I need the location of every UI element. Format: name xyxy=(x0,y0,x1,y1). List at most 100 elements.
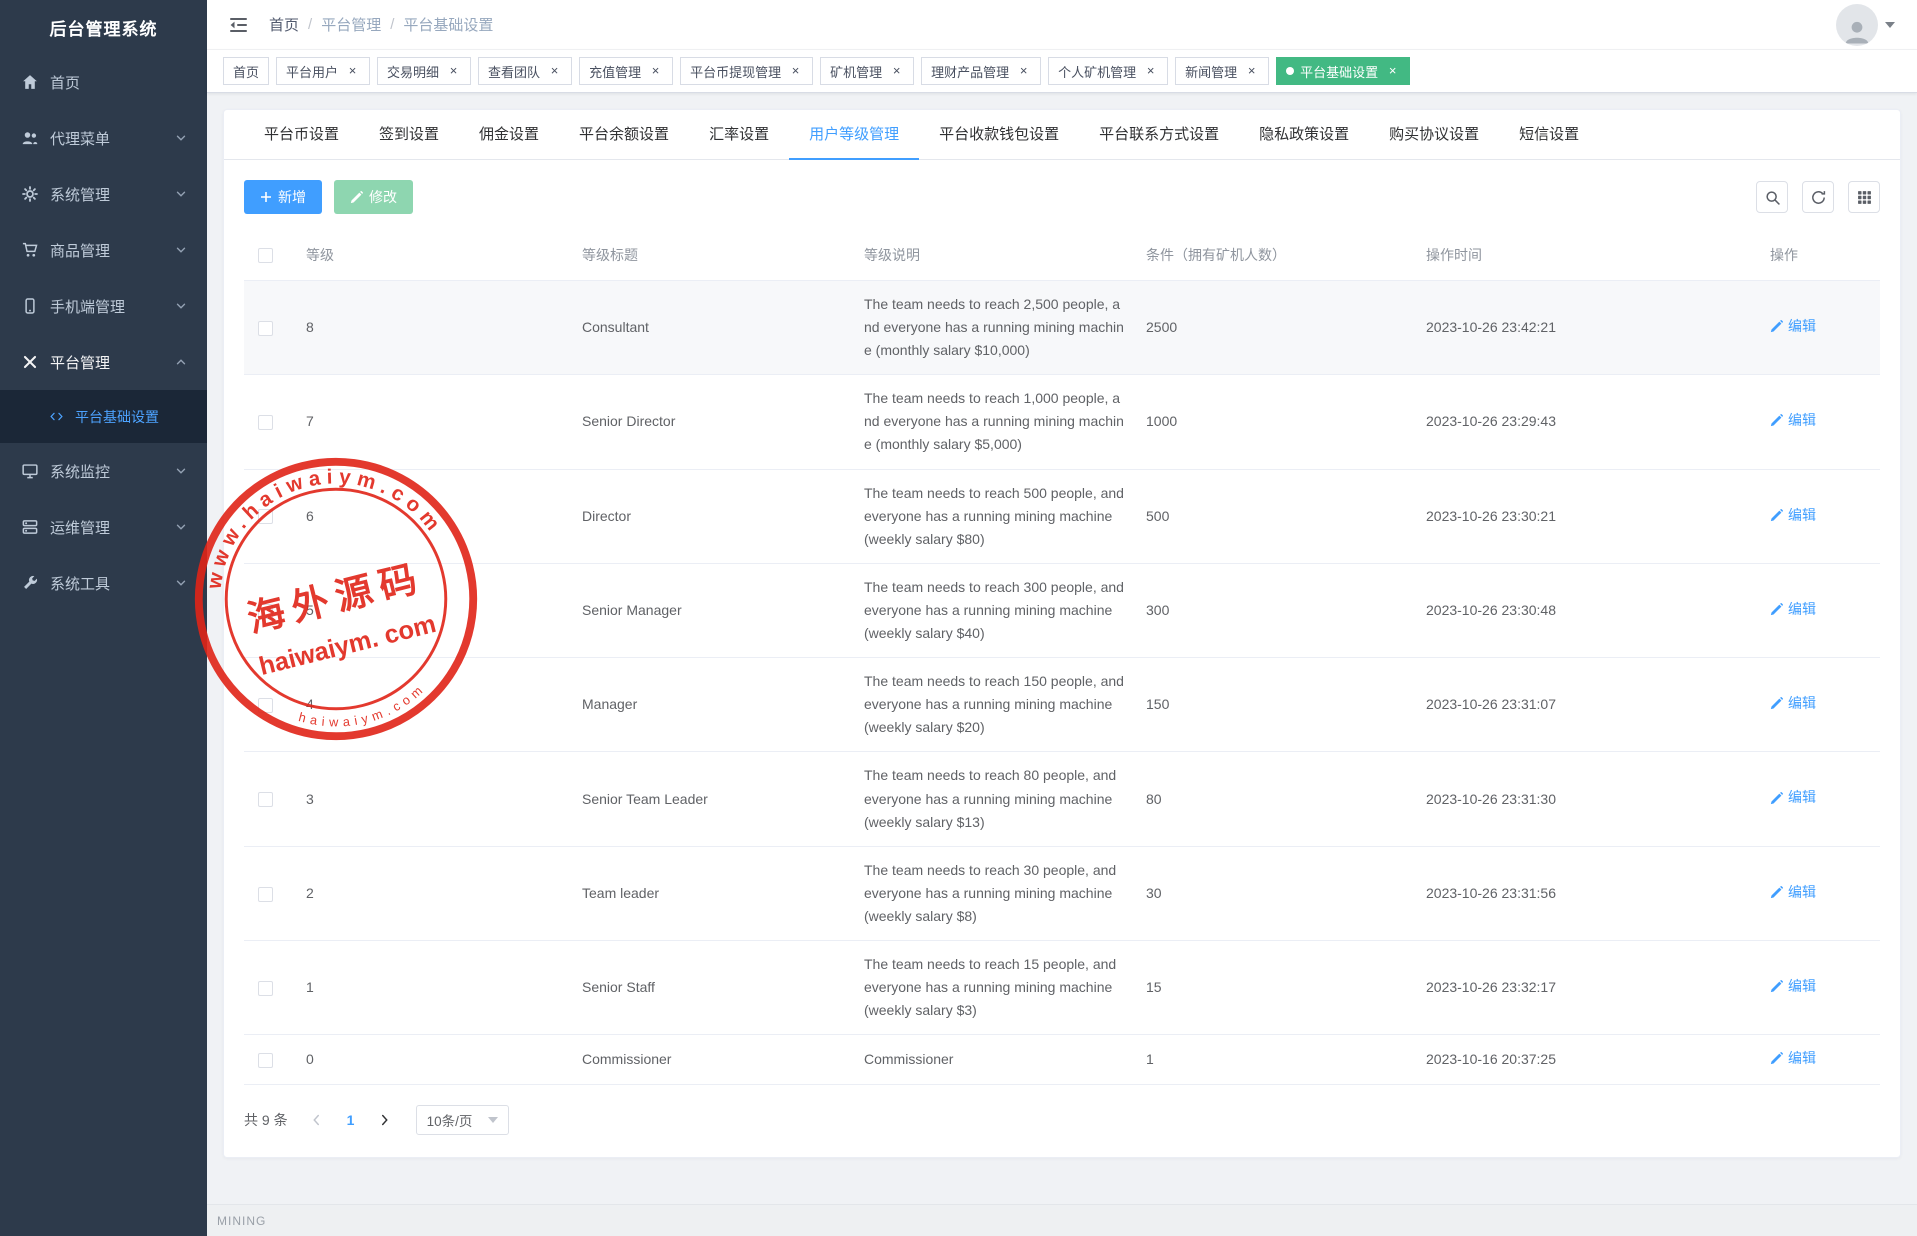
settings-tab[interactable]: 平台收款钱包设置 xyxy=(919,110,1079,160)
view-tag[interactable]: 首页 xyxy=(223,57,269,85)
view-tag[interactable]: 充值管理× xyxy=(579,57,673,85)
sidebar-item[interactable]: 首页 xyxy=(0,54,207,110)
settings-tab[interactable]: 平台联系方式设置 xyxy=(1079,110,1239,160)
page-size-select[interactable]: 10条/页 xyxy=(416,1105,510,1135)
chevron-down-icon xyxy=(175,244,187,256)
close-icon[interactable]: × xyxy=(1016,64,1031,79)
close-icon[interactable]: × xyxy=(547,64,562,79)
sidebar-subitem[interactable]: 平台基础设置 xyxy=(0,390,207,443)
row-checkbox[interactable] xyxy=(258,415,273,430)
breadcrumb-item[interactable]: 首页 xyxy=(269,14,299,35)
sidebar-item[interactable]: 平台管理 xyxy=(0,334,207,390)
breadcrumb-item[interactable]: 平台管理 xyxy=(321,14,381,35)
sidebar-item[interactable]: 商品管理 xyxy=(0,222,207,278)
edit-label: 编辑 xyxy=(1788,881,1816,904)
edit-row-button[interactable]: 编辑 xyxy=(1770,409,1816,432)
description-cell: The team needs to reach 1,000 people, an… xyxy=(854,375,1136,469)
edit-row-button[interactable]: 编辑 xyxy=(1770,315,1816,338)
refresh-button[interactable] xyxy=(1802,181,1834,213)
edit-row-button[interactable]: 编辑 xyxy=(1770,786,1816,809)
view-tag[interactable]: 新闻管理× xyxy=(1175,57,1269,85)
settings-tab[interactable]: 签到设置 xyxy=(359,110,459,160)
settings-tab[interactable]: 隐私政策设置 xyxy=(1239,110,1369,160)
sidebar-item[interactable]: 运维管理 xyxy=(0,499,207,555)
settings-tab[interactable]: 用户等级管理 xyxy=(789,110,919,160)
view-tag[interactable]: 平台币提现管理× xyxy=(680,57,813,85)
close-icon[interactable]: × xyxy=(1244,64,1259,79)
row-checkbox[interactable] xyxy=(258,321,273,336)
title-cell: Commissioner xyxy=(572,1035,854,1085)
columns-button[interactable] xyxy=(1848,181,1880,213)
table-toolbar: 新增 修改 xyxy=(244,180,1880,214)
select-all-checkbox[interactable] xyxy=(258,248,273,263)
view-tag[interactable]: 理财产品管理× xyxy=(921,57,1041,85)
close-icon[interactable]: × xyxy=(1385,64,1400,79)
time-cell: 2023-10-26 23:32:17 xyxy=(1416,940,1760,1034)
close-icon[interactable]: × xyxy=(446,64,461,79)
search-button[interactable] xyxy=(1756,181,1788,213)
add-button[interactable]: 新增 xyxy=(244,180,322,214)
close-icon[interactable]: × xyxy=(889,64,904,79)
close-icon[interactable]: × xyxy=(788,64,803,79)
row-checkbox[interactable] xyxy=(258,792,273,807)
view-tag[interactable]: 查看团队 × xyxy=(478,57,572,85)
edit-row-button[interactable]: 编辑 xyxy=(1770,975,1816,998)
sidebar-item-label: 手机端管理 xyxy=(50,296,125,317)
levels-table: 等级等级标题等级说明条件（拥有矿机人数）操作时间操作 8ConsultantTh… xyxy=(244,230,1880,1085)
edit-row-button[interactable]: 编辑 xyxy=(1770,692,1816,715)
user-menu-caret-icon[interactable] xyxy=(1885,22,1895,28)
sidebar-item[interactable]: 系统管理 xyxy=(0,166,207,222)
edit-row-button[interactable]: 编辑 xyxy=(1770,881,1816,904)
agents-icon xyxy=(22,130,38,146)
settings-tab[interactable]: 平台余额设置 xyxy=(559,110,689,160)
edit-label: 编辑 xyxy=(1788,315,1816,338)
close-icon[interactable]: × xyxy=(648,64,663,79)
settings-tab[interactable]: 平台币设置 xyxy=(244,110,359,160)
close-icon[interactable]: × xyxy=(1143,64,1158,79)
settings-tab[interactable]: 短信设置 xyxy=(1499,110,1599,160)
row-checkbox[interactable] xyxy=(258,981,273,996)
column-header: 等级标题 xyxy=(572,230,854,281)
column-header: 操作 xyxy=(1760,230,1880,281)
edit-button[interactable]: 修改 xyxy=(334,180,413,214)
table-row: 2Team leaderThe team needs to reach 30 p… xyxy=(244,846,1880,940)
row-checkbox[interactable] xyxy=(258,698,273,713)
settings-tab[interactable]: 汇率设置 xyxy=(689,110,789,160)
edit-row-button[interactable]: 编辑 xyxy=(1770,598,1816,621)
sidebar-item[interactable]: 代理菜单 xyxy=(0,110,207,166)
tag-label: 查看团队 xyxy=(488,62,540,81)
page-number-button[interactable]: 1 xyxy=(336,1105,366,1135)
close-icon[interactable]: × xyxy=(345,64,360,79)
level-cell: 0 xyxy=(296,1035,572,1085)
chevron-down-icon xyxy=(175,300,187,312)
condition-cell: 500 xyxy=(1136,469,1416,563)
table-row: 3Senior Team LeaderThe team needs to rea… xyxy=(244,752,1880,846)
edit-label: 编辑 xyxy=(1788,975,1816,998)
condition-cell: 150 xyxy=(1136,658,1416,752)
prev-page-button[interactable] xyxy=(302,1105,332,1135)
view-tag[interactable]: 个人矿机管理× xyxy=(1048,57,1168,85)
collapse-sidebar-button[interactable] xyxy=(225,12,253,38)
sidebar-item-label: 首页 xyxy=(50,72,80,93)
column-header: 等级说明 xyxy=(854,230,1136,281)
row-checkbox[interactable] xyxy=(258,604,273,619)
menu-fold-icon xyxy=(229,16,249,34)
description-cell: The team needs to reach 30 people, and e… xyxy=(854,846,1136,940)
sidebar-item[interactable]: 手机端管理 xyxy=(0,278,207,334)
view-tag[interactable]: 平台基础设置× xyxy=(1276,57,1410,85)
avatar[interactable] xyxy=(1836,4,1878,46)
sidebar-item[interactable]: 系统工具 xyxy=(0,555,207,611)
view-tag[interactable]: 交易明细× xyxy=(377,57,471,85)
edit-row-button[interactable]: 编辑 xyxy=(1770,1047,1816,1070)
sidebar-item[interactable]: 系统监控 xyxy=(0,443,207,499)
settings-tab[interactable]: 购买协议设置 xyxy=(1369,110,1499,160)
next-page-button[interactable] xyxy=(370,1105,400,1135)
level-cell: 7 xyxy=(296,375,572,469)
view-tag[interactable]: 平台用户× xyxy=(276,57,370,85)
row-checkbox[interactable] xyxy=(258,1053,273,1068)
settings-tab[interactable]: 佣金设置 xyxy=(459,110,559,160)
row-checkbox[interactable] xyxy=(258,509,273,524)
edit-row-button[interactable]: 编辑 xyxy=(1770,504,1816,527)
view-tag[interactable]: 矿机管理× xyxy=(820,57,914,85)
row-checkbox[interactable] xyxy=(258,887,273,902)
